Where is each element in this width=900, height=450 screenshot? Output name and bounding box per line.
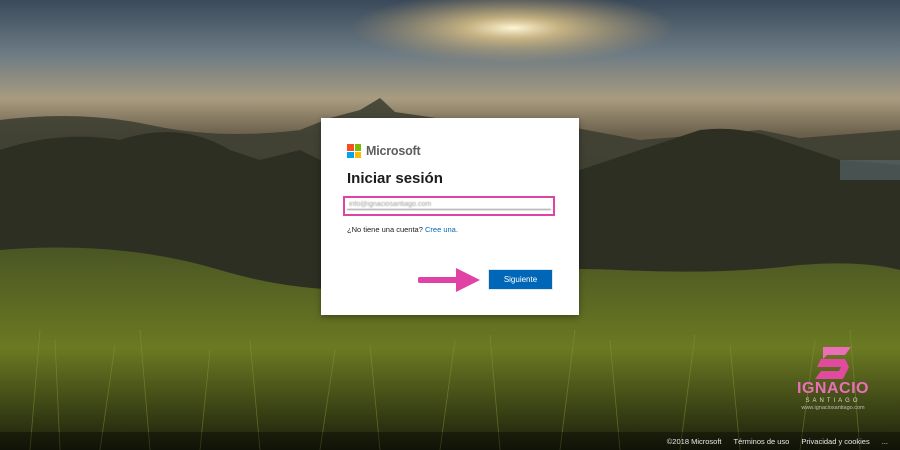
watermark-s-icon [815, 347, 851, 379]
page-title: Iniciar sesión [347, 170, 443, 187]
next-button[interactable]: Siguiente [489, 270, 552, 289]
create-account-link[interactable]: Cree una. [425, 225, 458, 234]
no-account-text: ¿No tiene una cuenta? [347, 225, 423, 234]
footer-terms-link[interactable]: Términos de uso [734, 437, 790, 446]
watermark-url: www.ignaciosantiago.com [801, 405, 865, 411]
microsoft-logo-icon [347, 144, 361, 158]
footer-bar: ©2018 Microsoft Términos de uso Privacid… [0, 432, 900, 450]
watermark-name: IGNACIO [797, 380, 869, 397]
watermark-logo: IGNACIO SANTIAGO www.ignaciosantiago.com [778, 345, 888, 412]
annotation-arrow-icon [418, 268, 480, 292]
footer-copyright: ©2018 Microsoft [666, 436, 722, 446]
footer-more-button[interactable]: ... [882, 437, 888, 446]
footer-privacy-link[interactable]: Privacidad y cookies [801, 437, 869, 446]
email-highlight-box [343, 196, 555, 216]
email-input[interactable] [347, 200, 551, 210]
microsoft-brand-name: Microsoft [366, 144, 421, 158]
no-account-row: ¿No tiene una cuenta? Cree una. [347, 225, 458, 234]
microsoft-logo-row: Microsoft [347, 144, 421, 158]
watermark-subtitle: SANTIAGO [805, 398, 861, 404]
